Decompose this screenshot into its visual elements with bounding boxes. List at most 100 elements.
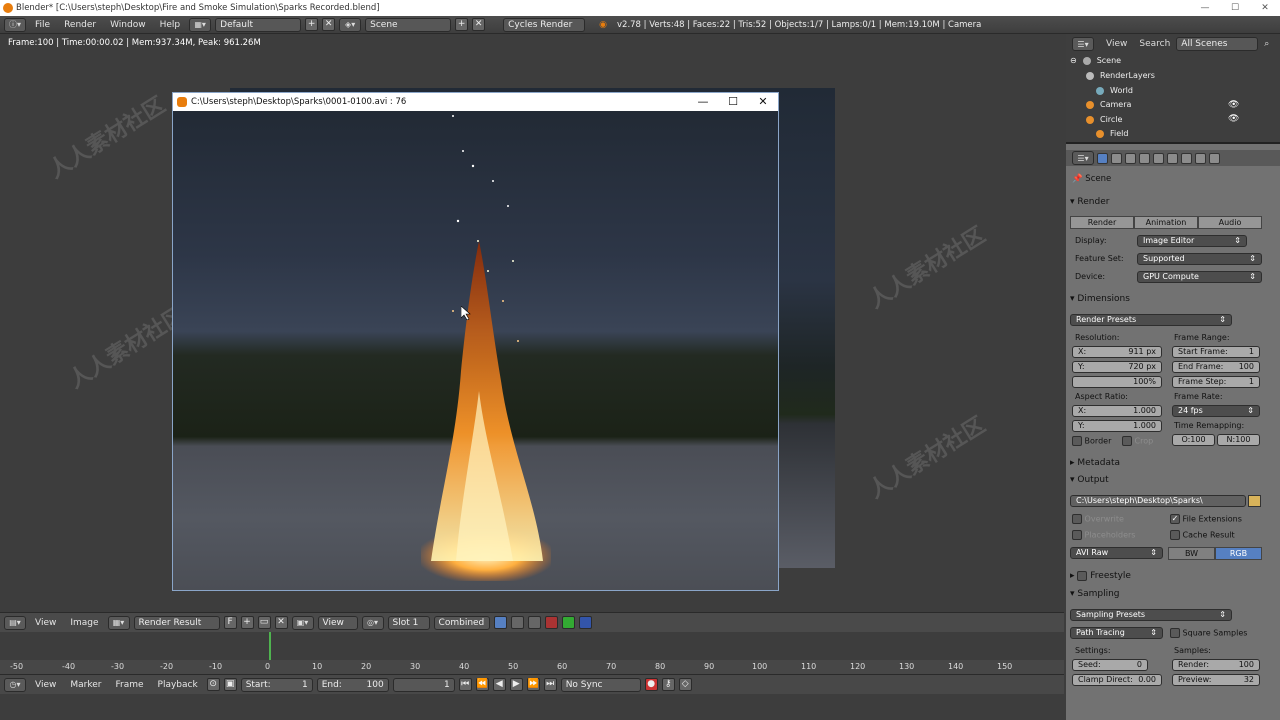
aspect-x-field[interactable]: X: 1.000 [1072,405,1162,417]
aspect-y-field[interactable]: Y: 1.000 [1072,420,1162,432]
close-button[interactable]: ✕ [1250,0,1280,16]
integrator-select[interactable]: Path Tracing ⇕ [1070,627,1163,639]
freestyle-panel-header[interactable]: ▸ Freestyle [1070,568,1266,584]
remove-layout-button[interactable]: ✕ [322,18,336,31]
remove-scene-button[interactable]: ✕ [472,18,486,31]
device-select[interactable]: GPU Compute ⇕ [1137,271,1262,283]
border-checkbox[interactable]: Border [1072,436,1111,446]
render-playback-window[interactable]: C:\Users\steph\Desktop\Sparks\0001-0100.… [172,92,779,591]
display-red-icon[interactable] [544,616,558,629]
rw-close-button[interactable]: ✕ [748,93,778,111]
outliner-filter-select[interactable]: All Scenes [1176,37,1259,51]
frame-step-field[interactable]: Frame Step: 1 [1172,376,1260,388]
timeline-frame-menu[interactable]: Frame [110,680,148,690]
remap-new-field[interactable]: N:100 [1217,434,1260,446]
render-layers-tab-icon[interactable] [1111,152,1122,164]
unlink-image-button[interactable]: ✕ [274,616,288,629]
jump-start-icon[interactable]: ⏮ [458,678,472,691]
overwrite-checkbox[interactable]: Overwrite [1072,514,1124,524]
sampling-presets-select[interactable]: Sampling Presets ⇕ [1070,609,1232,621]
image-browse-icon[interactable]: ▦▾ [107,615,130,630]
scene-tab-icon[interactable] [1125,152,1136,164]
color-rgb-button[interactable]: RGB [1215,547,1262,560]
expand-icon[interactable]: ⊖ [1070,54,1077,68]
end-frame-field[interactable]: End Frame: 100 [1172,361,1260,373]
current-frame-input[interactable]: 1 [392,677,455,692]
preview-range-icon[interactable]: ⊙ [206,678,220,691]
outliner-item-scene[interactable]: ⊖ Scene [1070,54,1121,68]
screen-layout-icon[interactable]: ▦▾ [189,17,212,32]
display-green-icon[interactable] [561,616,575,629]
image-editor-type-icon[interactable]: ▤▾ [4,615,26,630]
physics-tab-icon[interactable] [1209,152,1220,164]
outliner-item-renderlayers[interactable]: RenderLayers [1086,69,1155,83]
timeline-playback-menu[interactable]: Playback [153,680,203,690]
output-panel-header[interactable]: ▾ Output [1070,472,1266,488]
editor-type-info-button[interactable]: ⓘ▾ [4,17,26,32]
preview-samples-field[interactable]: Preview: 32 [1172,674,1260,686]
display-rgb-alpha-icon[interactable] [493,616,507,629]
audio-button[interactable]: Audio [1198,216,1262,229]
view-select[interactable]: View [317,615,358,630]
output-path-field[interactable]: C:\Users\steph\Desktop\Sparks\ [1070,495,1246,507]
play-reverse-icon[interactable]: ◀ [492,678,506,691]
outliner-item-camera[interactable]: Camera [1086,98,1131,112]
prev-keyframe-icon[interactable]: ⏪ [475,678,489,691]
slot-select[interactable]: Slot 1 [387,615,430,630]
render-result-field[interactable]: Render Result [133,615,220,630]
display-select[interactable]: Image Editor ⇕ [1137,235,1247,247]
image-editor-view-menu[interactable]: View [30,618,61,628]
display-blue-icon[interactable] [578,616,592,629]
particles-tab-icon[interactable] [1195,152,1206,164]
pass-select[interactable]: Combined [433,615,490,630]
render-samples-field[interactable]: Render: 100 [1172,659,1260,671]
display-alpha-icon[interactable] [527,616,541,629]
rw-maximize-button[interactable]: ☐ [718,93,748,111]
object-tab-icon[interactable] [1153,152,1164,164]
render-panel-header[interactable]: ▾ Render [1070,194,1266,210]
keyframe-insert-icon[interactable]: ◇ [678,678,692,691]
lock-icon[interactable]: ▣ [223,678,237,691]
render-presets-select[interactable]: Render Presets ⇕ [1070,314,1232,326]
menu-file[interactable]: File [30,20,55,30]
featureset-select[interactable]: Supported ⇕ [1137,253,1262,265]
outliner-search-menu[interactable]: Search [1139,39,1170,49]
visibility-eye-icon[interactable]: 👁 [1228,100,1239,110]
screen-layout-field[interactable]: Default [215,17,302,32]
next-keyframe-icon[interactable]: ⏩ [526,678,540,691]
render-button[interactable]: Render [1070,216,1134,229]
record-icon[interactable]: ● [644,678,658,691]
metadata-panel-header[interactable]: ▸ Metadata [1070,455,1266,471]
menu-help[interactable]: Help [155,20,186,30]
material-tab-icon[interactable] [1181,152,1192,164]
resolution-percent-field[interactable]: 100% [1072,376,1162,388]
scene-field[interactable]: Scene [365,17,452,32]
menu-render[interactable]: Render [59,20,101,30]
crop-checkbox[interactable]: Crop [1122,436,1153,446]
timeline-view-menu[interactable]: View [30,680,61,690]
outliner-view-menu[interactable]: View [1106,39,1127,49]
folder-icon[interactable] [1248,495,1261,507]
animation-button[interactable]: Animation [1134,216,1198,229]
jump-end-icon[interactable]: ⏭ [543,678,557,691]
minimize-button[interactable]: — [1190,0,1220,16]
color-bw-button[interactable]: BW [1168,547,1215,560]
search-icon[interactable]: ⌕ [1264,39,1269,49]
start-frame-field[interactable]: Start Frame: 1 [1172,346,1260,358]
outliner-editor-icon[interactable]: ☰▾ [1072,37,1094,51]
add-layout-button[interactable]: + [305,18,319,31]
freestyle-checkbox[interactable] [1077,570,1088,581]
keying-icon[interactable]: ⚷ [661,678,675,691]
play-icon[interactable]: ▶ [509,678,523,691]
frame-rate-select[interactable]: 24 fps ⇕ [1172,405,1260,417]
open-image-button[interactable]: ▭ [257,616,271,629]
clamp-direct-field[interactable]: Clamp Direct: 0.00 [1072,674,1162,686]
sync-mode-select[interactable]: No Sync [560,677,641,692]
resolution-y-field[interactable]: Y: 720 px [1072,361,1162,373]
render-window-titlebar[interactable]: C:\Users\steph\Desktop\Sparks\0001-0100.… [173,93,778,111]
modifiers-tab-icon[interactable] [1167,152,1178,164]
outliner-item-circle[interactable]: Circle [1086,113,1122,127]
properties-editor-icon[interactable]: ☰▾ [1072,151,1094,165]
file-extensions-checkbox[interactable]: ✓ File Extensions [1170,514,1242,524]
scene-icon[interactable]: ◈▾ [339,17,362,32]
